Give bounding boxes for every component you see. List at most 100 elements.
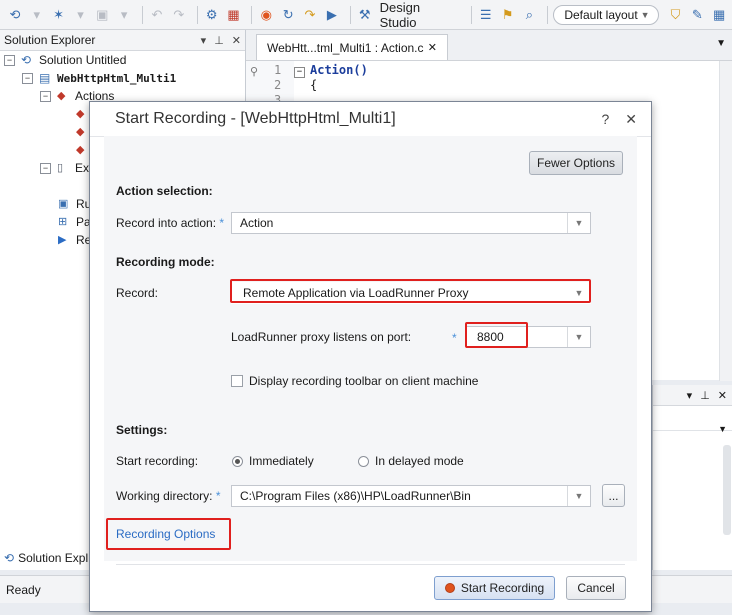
collapse-icon[interactable]: −	[22, 72, 33, 84]
dropdown-arrow-icon[interactable]: ▾	[115, 6, 133, 24]
close-icon[interactable]: ✕	[718, 389, 727, 402]
chevron-down-icon[interactable]: ▼	[567, 486, 590, 506]
step-navigator-icon[interactable]: ⚑	[499, 6, 517, 24]
chevron-down-icon[interactable]: ▼	[567, 213, 590, 233]
panel-menu-icon[interactable]: ▾	[201, 34, 207, 47]
fold-icon[interactable]: −	[294, 67, 305, 78]
close-icon[interactable]: ✕	[428, 41, 437, 54]
record-icon[interactable]: ◉	[257, 6, 275, 24]
design-studio-label[interactable]: Design Studio	[380, 0, 460, 30]
collapse-icon[interactable]: −	[4, 54, 15, 66]
script-name: WebHttpHtml_Multi1	[57, 71, 177, 85]
fewer-options-button[interactable]: Fewer Options	[529, 151, 623, 175]
record-label: Record:	[116, 286, 159, 300]
tree-item-runtime[interactable]: ▣ Ru	[58, 195, 91, 213]
code-line: Action()	[310, 63, 368, 77]
dropdown-arrow-icon[interactable]: ▾	[28, 6, 46, 24]
new-script-icon[interactable]: ✶	[50, 6, 68, 24]
output-panel: ▾ ⊥ ✕ ▼	[652, 385, 732, 570]
tab-label: WebHtt...tml_Multi1 : Action.c	[267, 40, 424, 55]
close-icon[interactable]: ✕	[625, 111, 637, 128]
recording-mode-heading: Recording mode:	[116, 255, 215, 269]
chevron-down-icon[interactable]: ▼	[716, 38, 726, 49]
compile-icon[interactable]: ⚙	[203, 6, 221, 24]
tree-item-script[interactable]: − ▤ WebHttpHtml_Multi1	[22, 69, 176, 87]
editor-scrollbar[interactable]	[719, 61, 732, 381]
radio-delayed[interactable]: In delayed mode	[358, 454, 464, 468]
tree-item-recording[interactable]: ▶ Re	[58, 231, 91, 249]
solution-icon: ⟲	[21, 53, 32, 67]
immediately-label: Immediately	[249, 454, 314, 468]
run-icon[interactable]: ▶	[323, 6, 341, 24]
record-into-value: Action	[240, 216, 274, 230]
output-scrollbar[interactable]	[723, 445, 731, 535]
record-into-label: Record into action: *	[116, 216, 225, 230]
step-icon[interactable]: ↷	[301, 6, 319, 24]
main-toolbar: ⟲ ▾ ✶ ▾ ▣ ▾ ↶ ↷ ⚙ ▦ ◉ ↻ ↷ ▶ ⚒ Design Stu…	[0, 0, 732, 30]
regenerate-icon[interactable]: ↻	[279, 6, 297, 24]
cancel-button[interactable]: Cancel	[566, 576, 626, 600]
solution-icon[interactable]: ⟲	[6, 6, 24, 24]
working-dir-label: Working directory: *	[116, 489, 221, 503]
list-icon[interactable]: ☰	[477, 6, 495, 24]
save-icon[interactable]: ▣	[93, 6, 111, 24]
design-studio-icon[interactable]: ⚒	[356, 6, 374, 24]
radio-button[interactable]	[358, 455, 369, 467]
radio-immediately[interactable]: Immediately	[232, 454, 314, 468]
collapse-icon[interactable]: −	[40, 90, 51, 102]
display-toolbar-checkbox[interactable]	[231, 375, 243, 387]
grid-icon[interactable]: ▦	[710, 6, 728, 24]
browse-button[interactable]: ...	[602, 484, 625, 507]
working-dir-select[interactable]: C:\Program Files (x86)\HP\LoadRunner\Bin…	[231, 485, 591, 507]
panel-menu-icon[interactable]: ▾	[687, 389, 693, 402]
script-icon: ▤	[39, 71, 51, 85]
help-icon[interactable]: ?	[601, 111, 609, 128]
delayed-label: In delayed mode	[375, 454, 464, 468]
display-toolbar-option[interactable]: Display recording toolbar on client mach…	[231, 374, 478, 388]
start-recording-button[interactable]: Start Recording	[434, 576, 555, 600]
record-into-select[interactable]: Action ▼	[231, 212, 591, 234]
recording-options-highlight	[106, 518, 231, 550]
search-icon[interactable]: ⌕	[520, 6, 538, 24]
pen-icon[interactable]: ✎	[688, 6, 706, 24]
undo-icon[interactable]: ↶	[148, 6, 166, 24]
line-number: 2	[274, 78, 282, 92]
tree-item-extra-files[interactable]: − ▯ Ex	[40, 159, 89, 177]
close-icon[interactable]: ✕	[232, 34, 241, 47]
tree-item-parameters[interactable]: ⊞ Pa	[58, 213, 91, 231]
record-mode-highlight	[230, 279, 591, 303]
action-selection-heading: Action selection:	[116, 184, 213, 198]
code-line: {	[310, 78, 318, 92]
dropdown-arrow-icon[interactable]: ▾	[72, 6, 90, 24]
collapse-icon[interactable]: −	[40, 162, 51, 174]
replay-log-icon[interactable]: ▦	[225, 6, 243, 24]
start-recording-label: Start Recording	[460, 581, 545, 595]
start-recording-dialog: Start Recording - [WebHttpHtml_Multi1] ?…	[89, 101, 652, 612]
bookmark-icon[interactable]: ⛉	[667, 6, 685, 24]
solution-icon: ⟲	[4, 551, 15, 565]
dialog-body: Fewer Options Action selection: Record i…	[104, 136, 637, 561]
code-text[interactable]: − Action() {	[294, 63, 368, 93]
pin-icon[interactable]: ⊥	[214, 34, 224, 47]
redo-icon[interactable]: ↷	[170, 6, 188, 24]
tree-item-solution[interactable]: − ⟲ Solution Untitled	[4, 51, 126, 69]
toolbar-separator	[142, 5, 144, 24]
settings-heading: Settings:	[116, 423, 168, 437]
dialog-titlebar: Start Recording - [WebHttpHtml_Multi1] ?…	[90, 102, 651, 137]
solution-explorer-header: Solution Explorer ▾ ⊥ ✕	[0, 30, 245, 51]
layout-select[interactable]: Default layout ▼	[553, 4, 659, 25]
tab-action-c[interactable]: WebHtt...tml_Multi1 : Action.c ✕	[256, 34, 448, 60]
play-icon: ▶	[58, 234, 67, 246]
chevron-down-icon[interactable]: ▼	[567, 327, 590, 347]
chevron-down-icon[interactable]: ▼	[718, 424, 727, 434]
solution-explorer-tab-label: Solution Expl	[18, 551, 89, 565]
proxy-port-highlight	[465, 322, 528, 348]
radio-button-selected[interactable]	[232, 455, 243, 467]
required-star-icon: *	[452, 331, 457, 345]
output-toolbar: ▼	[653, 406, 732, 434]
display-toolbar-label: Display recording toolbar on client mach…	[249, 374, 479, 388]
solution-explorer-tab[interactable]: ⟲ Solution Expl	[0, 548, 94, 568]
file-icon: ▯	[57, 162, 64, 174]
required-star-icon: *	[219, 216, 225, 230]
pin-icon[interactable]: ⊥	[700, 389, 710, 402]
